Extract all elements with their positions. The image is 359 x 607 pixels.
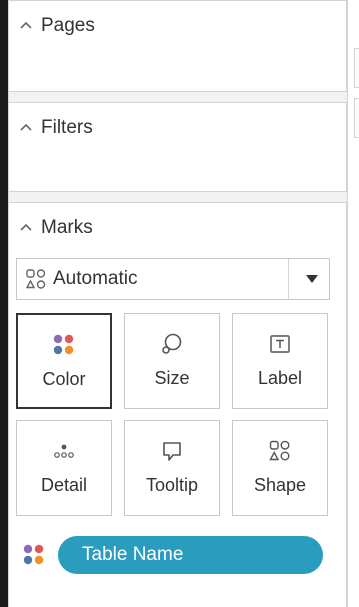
label-label: Label <box>257 368 303 388</box>
filters-card: Filters <box>8 102 347 192</box>
detail-icon <box>50 437 78 465</box>
left-border <box>0 0 8 607</box>
size-label: Size <box>154 368 190 388</box>
color-button[interactable]: Color <box>16 313 112 409</box>
chevron-up-icon[interactable] <box>19 19 33 33</box>
section-separator <box>8 192 347 202</box>
right-notch <box>354 98 359 138</box>
color-label: Color <box>42 369 86 389</box>
color-dots-icon <box>50 331 78 359</box>
detail-button[interactable]: Detail <box>16 420 112 516</box>
color-field-row: Table Name <box>22 536 323 574</box>
tooltip-label: Tooltip <box>145 475 199 495</box>
size-icon <box>158 330 186 358</box>
label-button[interactable]: Label <box>232 313 328 409</box>
detail-label: Detail <box>40 475 88 495</box>
tooltip-icon <box>158 437 186 465</box>
marks-shelf-panel: Pages Filters Marks Automatic Color Size… <box>0 0 359 607</box>
pages-title: Pages <box>41 15 95 36</box>
dropdown-divider <box>288 259 289 299</box>
pill-label: Table Name <box>82 544 184 565</box>
pages-header[interactable]: Pages <box>19 15 95 37</box>
automatic-marks-icon <box>25 269 46 289</box>
marks-title: Marks <box>41 217 93 238</box>
pages-card: Pages <box>8 0 347 92</box>
marks-header[interactable]: Marks <box>19 217 93 239</box>
chevron-up-icon[interactable] <box>19 221 33 235</box>
chevron-up-icon[interactable] <box>19 121 33 135</box>
tooltip-button[interactable]: Tooltip <box>124 420 220 516</box>
right-column-edge <box>347 0 359 607</box>
right-notch <box>354 48 359 88</box>
filters-title: Filters <box>41 117 93 138</box>
filters-header[interactable]: Filters <box>19 117 93 139</box>
mark-type-dropdown[interactable]: Automatic <box>16 258 330 300</box>
dropdown-caret-icon[interactable] <box>305 273 319 285</box>
shape-label: Shape <box>253 475 307 495</box>
label-icon <box>266 330 294 358</box>
color-dots-icon <box>23 544 44 565</box>
table-name-pill[interactable]: Table Name <box>58 536 323 574</box>
section-separator <box>8 92 347 102</box>
shape-icon <box>266 437 294 465</box>
size-button[interactable]: Size <box>124 313 220 409</box>
mark-type-value: Automatic <box>53 268 138 289</box>
shape-button[interactable]: Shape <box>232 420 328 516</box>
